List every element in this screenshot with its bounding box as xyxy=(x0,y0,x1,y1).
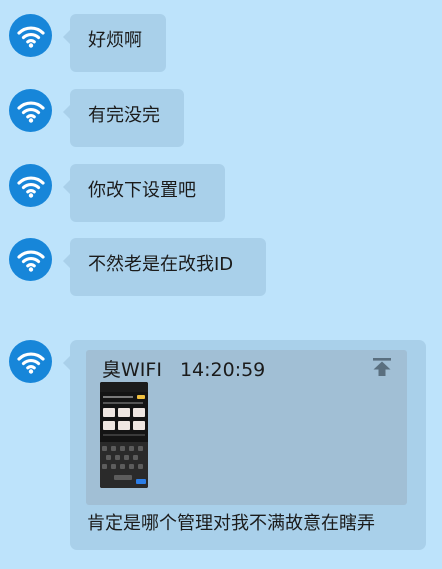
quoted-message[interactable]: 臭WIFI 14:20:59 xyxy=(86,350,407,505)
wifi-icon xyxy=(16,175,45,198)
wifi-icon xyxy=(16,25,45,48)
message-bubble[interactable]: 好烦啊 xyxy=(63,14,166,72)
message-text: 你改下设置吧 xyxy=(88,180,196,201)
quoted-header: 臭WIFI 14:20:59 xyxy=(102,356,265,384)
pin-to-top-icon[interactable] xyxy=(371,356,393,382)
wifi-icon xyxy=(16,100,45,123)
message-text: 有完没完 xyxy=(88,105,160,126)
message-bubble[interactable]: 不然老是在改我ID xyxy=(63,238,266,296)
message-bubble[interactable]: 你改下设置吧 xyxy=(63,164,225,222)
wifi-icon xyxy=(16,249,45,272)
quoted-sender-name: 臭WIFI xyxy=(102,359,162,381)
avatar[interactable] xyxy=(9,340,52,383)
message-text: 不然老是在改我ID xyxy=(88,254,234,275)
avatar[interactable] xyxy=(9,238,52,281)
message-text: 肯定是哪个管理对我不满故意在瞎弄 xyxy=(87,513,375,534)
avatar[interactable] xyxy=(9,89,52,132)
quote-card[interactable]: 臭WIFI 14:20:59 肯定是哪个管理对我不满故意在瞎弄 xyxy=(63,340,426,550)
phone-screenshot-thumbnail[interactable] xyxy=(100,382,148,488)
message-text: 好烦啊 xyxy=(88,30,142,51)
wifi-icon xyxy=(16,351,45,374)
quoted-timestamp: 14:20:59 xyxy=(179,359,266,381)
message-bubble[interactable]: 有完没完 xyxy=(63,89,184,147)
avatar[interactable] xyxy=(9,14,52,57)
avatar[interactable] xyxy=(9,164,52,207)
